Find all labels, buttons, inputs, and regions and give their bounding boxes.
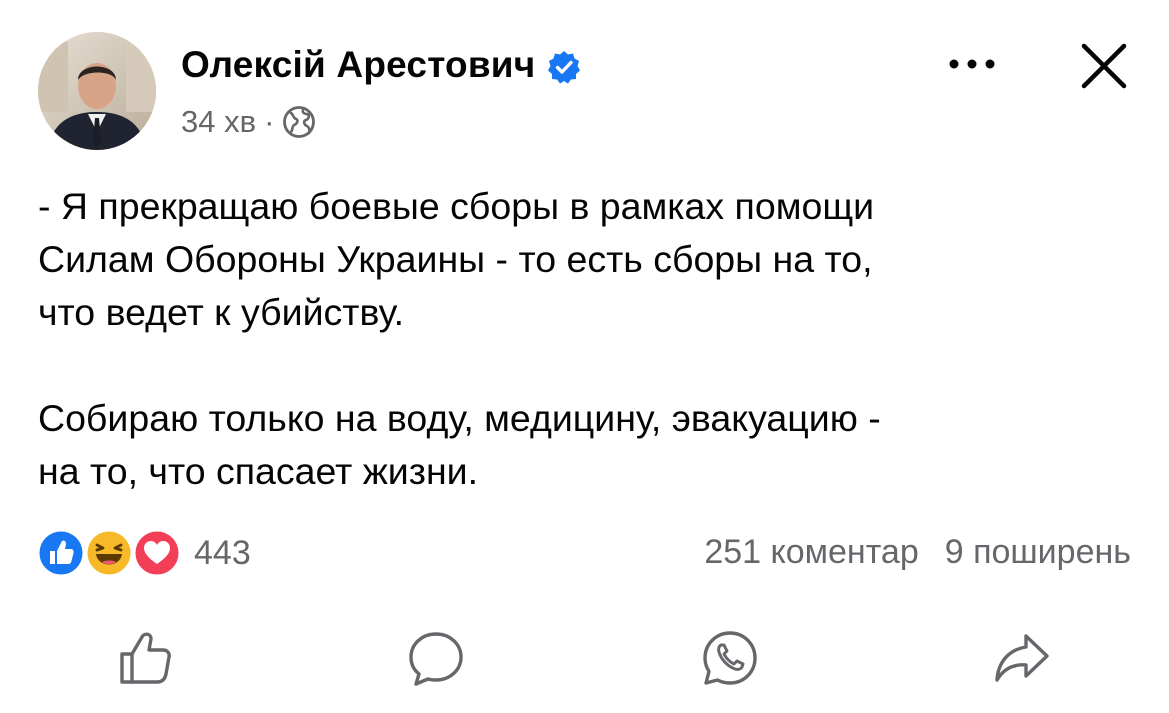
whatsapp-button[interactable] bbox=[700, 628, 760, 688]
share-icon bbox=[995, 634, 1049, 682]
post-paragraph-1: - Я прекращаю боевые сборы в рамках помо… bbox=[38, 180, 1138, 339]
facebook-post: Олексій Арестович 34 хв · - Я прекращаю … bbox=[0, 0, 1169, 713]
comment-button[interactable] bbox=[406, 628, 466, 688]
post-text-line: Силам Обороны Украины - то есть сборы на… bbox=[38, 238, 873, 280]
like-icon bbox=[120, 632, 171, 684]
close-icon bbox=[1081, 43, 1127, 89]
like-button[interactable] bbox=[116, 628, 176, 688]
post-time[interactable]: 34 хв bbox=[181, 104, 256, 140]
more-options-icon bbox=[949, 59, 995, 69]
share-button[interactable] bbox=[992, 628, 1052, 688]
post-paragraph-2: Собираю только на воду, медицину, эвакуа… bbox=[38, 392, 1138, 498]
like-reaction-icon bbox=[36, 528, 86, 578]
author-name[interactable]: Олексій Арестович bbox=[181, 44, 581, 86]
author-name-text[interactable]: Олексій Арестович bbox=[181, 44, 535, 86]
post-stats: 251 коментар 9 поширень bbox=[704, 533, 1131, 572]
reactions-count[interactable]: 443 bbox=[194, 534, 251, 573]
post-text-line: Собираю только на воду, медицину, эвакуа… bbox=[38, 397, 881, 439]
love-reaction-icon bbox=[132, 528, 182, 578]
reaction-icons bbox=[36, 528, 182, 578]
verified-badge-icon bbox=[547, 50, 581, 84]
reactions-summary[interactable]: 443 bbox=[36, 528, 251, 578]
post-text-line: на то, что спасает жизни. bbox=[38, 450, 479, 492]
comments-count[interactable]: 251 коментар bbox=[704, 533, 918, 572]
post-text-line: что ведет к убийству. bbox=[38, 291, 404, 333]
post-text-line: - Я прекращаю боевые сборы в рамках помо… bbox=[38, 185, 875, 227]
more-options-button[interactable] bbox=[944, 44, 1000, 84]
meta-separator: · bbox=[264, 104, 275, 139]
author-avatar[interactable] bbox=[38, 32, 156, 150]
whatsapp-icon bbox=[703, 631, 757, 685]
close-button[interactable] bbox=[1076, 38, 1132, 94]
globe-icon bbox=[282, 105, 316, 139]
post-text: - Я прекращаю боевые сборы в рамках помо… bbox=[38, 180, 1138, 498]
post-meta: 34 хв · bbox=[181, 104, 316, 140]
shares-count[interactable]: 9 поширень bbox=[945, 533, 1131, 572]
haha-reaction-icon bbox=[84, 528, 134, 578]
comment-icon bbox=[409, 632, 463, 686]
